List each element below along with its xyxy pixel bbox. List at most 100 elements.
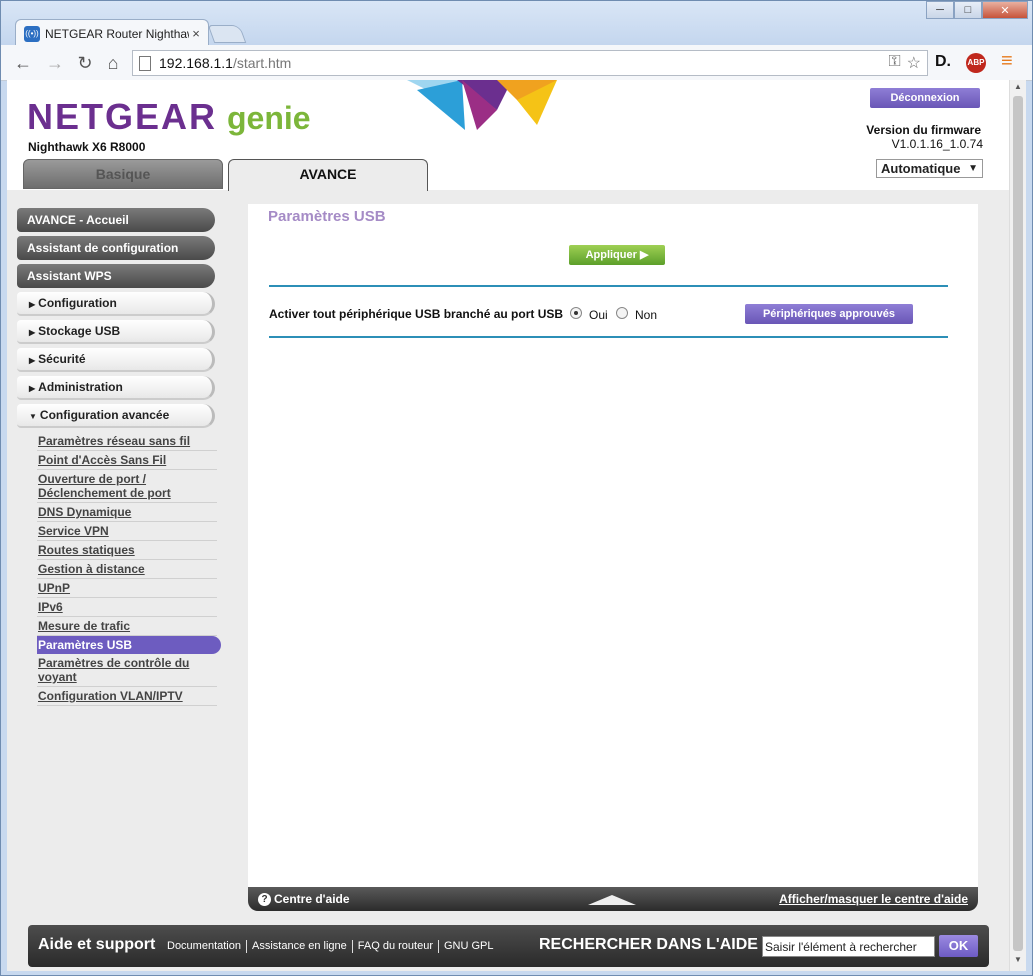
radio-no-label: Non (635, 308, 658, 322)
sidebar-item-usb-storage[interactable]: ▶ Stockage USB (17, 320, 215, 344)
sidebar-item-security[interactable]: ▶ Sécurité (17, 348, 215, 372)
window-controls: ─ □ ✕ (926, 1, 1028, 19)
link-documentation[interactable]: Documentation (167, 940, 246, 953)
support-links: Documentation Assistance en ligne FAQ du… (167, 940, 499, 953)
toggle-help-center-link[interactable]: Afficher/masquer le centre d'aide (779, 892, 968, 906)
adblock-icon[interactable]: ABP (966, 53, 986, 73)
sidebar-item-label: Administration (38, 380, 123, 394)
sidebar-item-configuration[interactable]: ▶ Configuration (17, 292, 215, 316)
extension-d-icon[interactable]: D. (935, 53, 951, 71)
submenu-upnp[interactable]: UPnP (37, 579, 217, 598)
tab-title: NETGEAR Router Nighthawk (45, 26, 189, 41)
browser-tab[interactable]: ((•)) NETGEAR Router Nighthawk × (15, 19, 209, 47)
expand-up-icon[interactable] (588, 895, 636, 905)
tab-advanced[interactable]: AVANCE (228, 159, 428, 191)
submenu-static-routes[interactable]: Routes statiques (37, 541, 217, 560)
help-center-toggle[interactable]: ? Centre d'aide (258, 892, 350, 906)
submenu-remote-management[interactable]: Gestion à distance (37, 560, 217, 579)
close-window-button[interactable]: ✕ (982, 1, 1028, 19)
language-select[interactable]: Automatique ▼ (876, 159, 983, 178)
router-header: NETGEAR genie Nighthawk X6 R8000 Déconne… (7, 80, 1009, 191)
title-bar: ((•)) NETGEAR Router Nighthawk × ─ □ ✕ (1, 1, 1032, 47)
submenu-led-control[interactable]: Paramètres de contrôle du voyant (37, 654, 217, 687)
bookmark-star-icon[interactable]: ☆ (907, 53, 921, 73)
url-path: /start.htm (232, 55, 292, 71)
minimize-button[interactable]: ─ (926, 1, 954, 19)
netgear-logo: NETGEAR (27, 96, 218, 137)
page-title: Paramètres USB (268, 208, 386, 225)
triangle-right-icon: ▶ (29, 384, 36, 393)
home-button[interactable]: ⌂ (101, 51, 125, 75)
new-tab-button[interactable] (207, 25, 247, 43)
advanced-config-submenu: Paramètres réseau sans fil Point d'Accès… (37, 432, 221, 706)
triangle-right-icon: ▶ (29, 356, 36, 365)
sidebar-item-label: Sécurité (38, 352, 86, 366)
decorative-shapes (407, 80, 557, 130)
menu-icon[interactable]: ≡ (1001, 50, 1013, 73)
submenu-wireless-settings[interactable]: Paramètres réseau sans fil (37, 432, 217, 451)
router-favicon-icon: ((•)) (24, 25, 40, 42)
submenu-usb-settings[interactable]: Paramètres USB (37, 636, 221, 654)
apply-button[interactable]: Appliquer ▶ (569, 245, 665, 265)
radio-no[interactable] (616, 307, 628, 319)
logout-button[interactable]: Déconnexion (870, 88, 980, 108)
sidebar-item-label: Configuration (38, 296, 117, 310)
key-icon[interactable]: ⚿ (888, 53, 900, 73)
submenu-vlan-iptv[interactable]: Configuration VLAN/IPTV (37, 687, 217, 706)
usb-enable-label: Activer tout périphérique USB branché au… (269, 307, 564, 321)
sidebar-item-administration[interactable]: ▶ Administration (17, 376, 215, 400)
tab-basic[interactable]: Basique (23, 159, 223, 189)
sidebar-item-advanced-config[interactable]: ▼ Configuration avancée (17, 404, 215, 428)
main-panel: Paramètres USB Appliquer ▶ Activer tout … (248, 204, 978, 887)
radio-yes[interactable] (570, 307, 582, 319)
firmware-version: V1.0.1.16_1.0.74 (891, 137, 983, 151)
submenu-access-point[interactable]: Point d'Accès Sans Fil (37, 451, 217, 470)
link-online-support[interactable]: Assistance en ligne (246, 940, 352, 953)
link-router-faq[interactable]: FAQ du routeur (351, 940, 438, 953)
divider (269, 285, 948, 287)
scroll-up-icon[interactable]: ▲ (1010, 82, 1026, 96)
divider (269, 336, 948, 338)
radio-yes-label: Oui (589, 308, 608, 322)
support-title: Aide et support (38, 936, 156, 953)
approved-devices-button[interactable]: Périphériques approuvés (745, 304, 913, 324)
sidebar-item-setup-wizard[interactable]: Assistant de configuration (17, 236, 215, 260)
triangle-down-icon: ▼ (29, 412, 37, 421)
help-center-label: Centre d'aide (274, 892, 350, 906)
sidebar-item-wps-wizard[interactable]: Assistant WPS (17, 264, 215, 288)
browser-toolbar: ← → ↻ ⌂ 192.168.1.1 /start.htm ⚿ ☆ D. AB… (1, 45, 1032, 81)
genie-logo: genie (227, 100, 311, 136)
maximize-button[interactable]: □ (954, 1, 982, 19)
help-search-ok-button[interactable]: OK (939, 935, 978, 957)
link-gnu-gpl[interactable]: GNU GPL (438, 940, 499, 953)
help-search-title: RECHERCHER DANS L'AIDE (539, 936, 758, 953)
sidebar-item-label: Configuration avancée (39, 408, 170, 422)
help-icon: ? (258, 892, 271, 906)
vertical-scrollbar[interactable]: ▲ ▼ (1009, 80, 1026, 971)
sidebar-item-advanced-home[interactable]: AVANCE - Accueil (17, 208, 215, 232)
sidebar: AVANCE - Accueil Assistant de configurat… (17, 208, 227, 706)
chevron-down-icon: ▼ (968, 163, 978, 174)
back-button[interactable]: ← (11, 51, 35, 75)
reload-button[interactable]: ↻ (73, 51, 97, 75)
model-name: Nighthawk X6 R8000 (28, 140, 146, 154)
support-footer: Aide et support Documentation Assistance… (28, 925, 989, 967)
scroll-thumb[interactable] (1013, 96, 1023, 951)
page-viewport: NETGEAR genie Nighthawk X6 R8000 Déconne… (7, 80, 1009, 971)
submenu-traffic-meter[interactable]: Mesure de trafic (37, 617, 217, 636)
submenu-vpn-service[interactable]: Service VPN (37, 522, 217, 541)
triangle-right-icon: ▶ (29, 300, 36, 309)
help-search-input[interactable] (762, 936, 935, 957)
submenu-ipv6[interactable]: IPv6 (37, 598, 217, 617)
submenu-dynamic-dns[interactable]: DNS Dynamique (37, 503, 217, 522)
scroll-down-icon[interactable]: ▼ (1010, 955, 1026, 969)
address-bar[interactable]: 192.168.1.1 /start.htm ⚿ ☆ (132, 50, 928, 76)
forward-button[interactable]: → (43, 51, 67, 75)
language-value: Automatique (881, 161, 961, 176)
triangle-right-icon: ▶ (29, 328, 36, 337)
help-center-bar: ? Centre d'aide Afficher/masquer le cent… (248, 887, 978, 911)
submenu-port-forwarding[interactable]: Ouverture de port / Déclenchement de por… (37, 470, 217, 503)
url-host: 192.168.1.1 (159, 55, 233, 71)
tab-close-icon[interactable]: × (189, 26, 203, 41)
page-icon (139, 55, 151, 71)
